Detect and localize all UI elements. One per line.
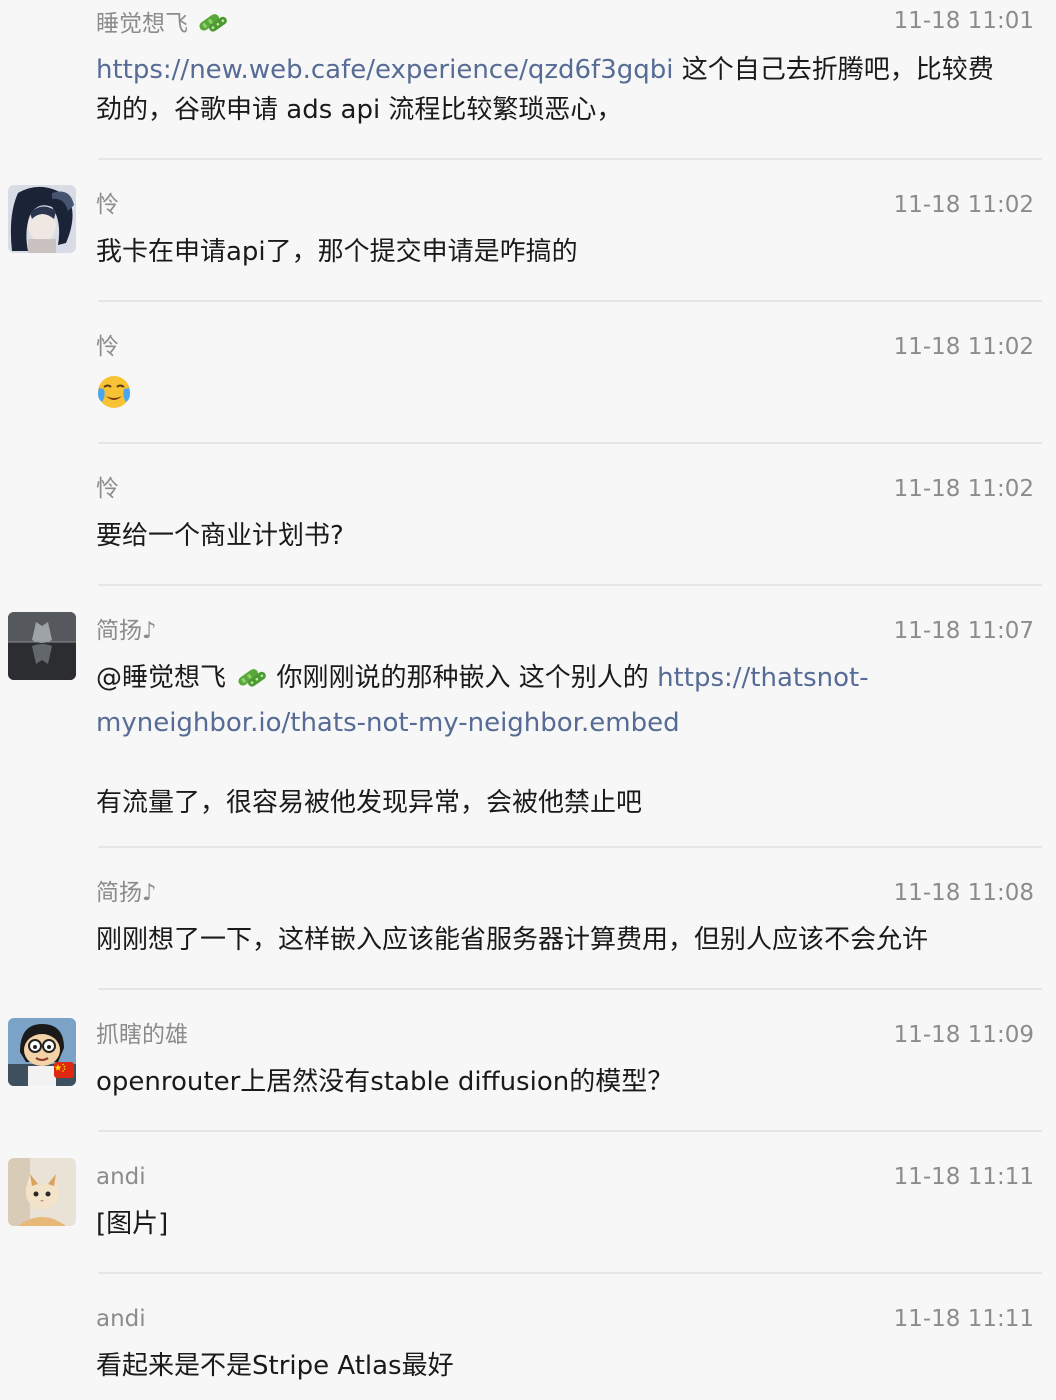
sender-name[interactable]: 睡觉想飞: [96, 6, 229, 44]
mention[interactable]: @睡觉想飞: [96, 663, 226, 693]
message-text-part: 劲的，谷歌申请 ads api 流程比较繁琐恶心，: [96, 95, 623, 125]
avatar[interactable]: [8, 612, 76, 680]
message-body: openrouter上居然没有stable diffusion的模型？: [96, 1062, 1036, 1102]
message-divider: [98, 442, 1042, 444]
message-divider: [98, 1272, 1042, 1274]
message-body: @睡觉想飞 你刚刚说的那种嵌入 这个别人的 https://thatsnot- …: [96, 658, 1036, 823]
sender-name[interactable]: 抓瞎的雄: [96, 1020, 188, 1050]
sender-name[interactable]: andi: [96, 1162, 146, 1192]
cucumber-icon: [195, 6, 229, 44]
message-text: 刚刚想了一下，这样嵌入应该能省服务器计算费用，但别人应该不会允许: [96, 925, 929, 955]
message-link[interactable]: myneighbor.io/thats-not-my-neighbor.embe…: [96, 708, 680, 738]
message-time: 11-18 11:09: [893, 1022, 1034, 1048]
avatar[interactable]: [8, 185, 76, 253]
message-text: 看起来是不是Stripe Atlas最好: [96, 1351, 454, 1381]
message-body: [96, 374, 1036, 422]
sender-name[interactable]: 怜: [96, 332, 119, 362]
message-divider: [98, 300, 1042, 302]
message-text: openrouter上居然没有stable diffusion的模型？: [96, 1067, 674, 1097]
message-divider: [98, 1130, 1042, 1132]
message-text: 我卡在申请api了，那个提交申请是咋搞的: [96, 237, 578, 267]
cucumber-icon: [234, 661, 268, 703]
china-flag-icon: [54, 1062, 74, 1078]
message-text-part: 你刚刚说的那种嵌入 这个别人的: [268, 663, 658, 693]
message-text-part: 有流量了，很容易被他发现异常，会被他禁止吧: [96, 788, 643, 818]
message-body: 要给一个商业计划书?: [96, 516, 1036, 556]
message-body: 我卡在申请api了，那个提交申请是咋搞的: [96, 232, 1036, 272]
sender-name[interactable]: andi: [96, 1304, 146, 1334]
message-time: 11-18 11:11: [893, 1306, 1034, 1332]
message-body: https://new.web.cafe/experience/qzd6f3gq…: [96, 50, 1036, 130]
avatar[interactable]: [8, 1158, 76, 1226]
message-text-part: 这个自己去折腾吧，比较费: [673, 55, 994, 85]
sender-name-text: 睡觉想飞: [96, 11, 188, 37]
sender-name[interactable]: 怜: [96, 190, 119, 220]
message-body: 看起来是不是Stripe Atlas最好: [96, 1346, 1036, 1386]
sender-name[interactable]: 怜: [96, 474, 119, 504]
message-time: 11-18 11:02: [893, 334, 1034, 360]
message-divider: [98, 158, 1042, 160]
message-time: 11-18 11:11: [893, 1164, 1034, 1190]
message-time: 11-18 11:07: [893, 618, 1034, 644]
message-time: 11-18 11:01: [893, 8, 1034, 34]
message-body: 刚刚想了一下，这样嵌入应该能省服务器计算费用，但别人应该不会允许: [96, 920, 1036, 960]
message-link[interactable]: https://new.web.cafe/experience/qzd6f3gq…: [96, 55, 673, 85]
message-text: 要给一个商业计划书?: [96, 521, 344, 551]
crying-face-icon: [96, 374, 132, 422]
message-body: [图片]: [96, 1204, 1036, 1244]
message-divider: [98, 584, 1042, 586]
image-placeholder[interactable]: [图片]: [96, 1209, 168, 1239]
message-divider: [98, 988, 1042, 990]
message-divider: [98, 846, 1042, 848]
message-time: 11-18 11:08: [893, 880, 1034, 906]
message-time: 11-18 11:02: [893, 192, 1034, 218]
message-time: 11-18 11:02: [893, 476, 1034, 502]
message-link[interactable]: https://thatsnot-: [657, 663, 869, 693]
sender-name[interactable]: 简扬♪: [96, 878, 157, 908]
sender-name[interactable]: 简扬♪: [96, 616, 157, 646]
